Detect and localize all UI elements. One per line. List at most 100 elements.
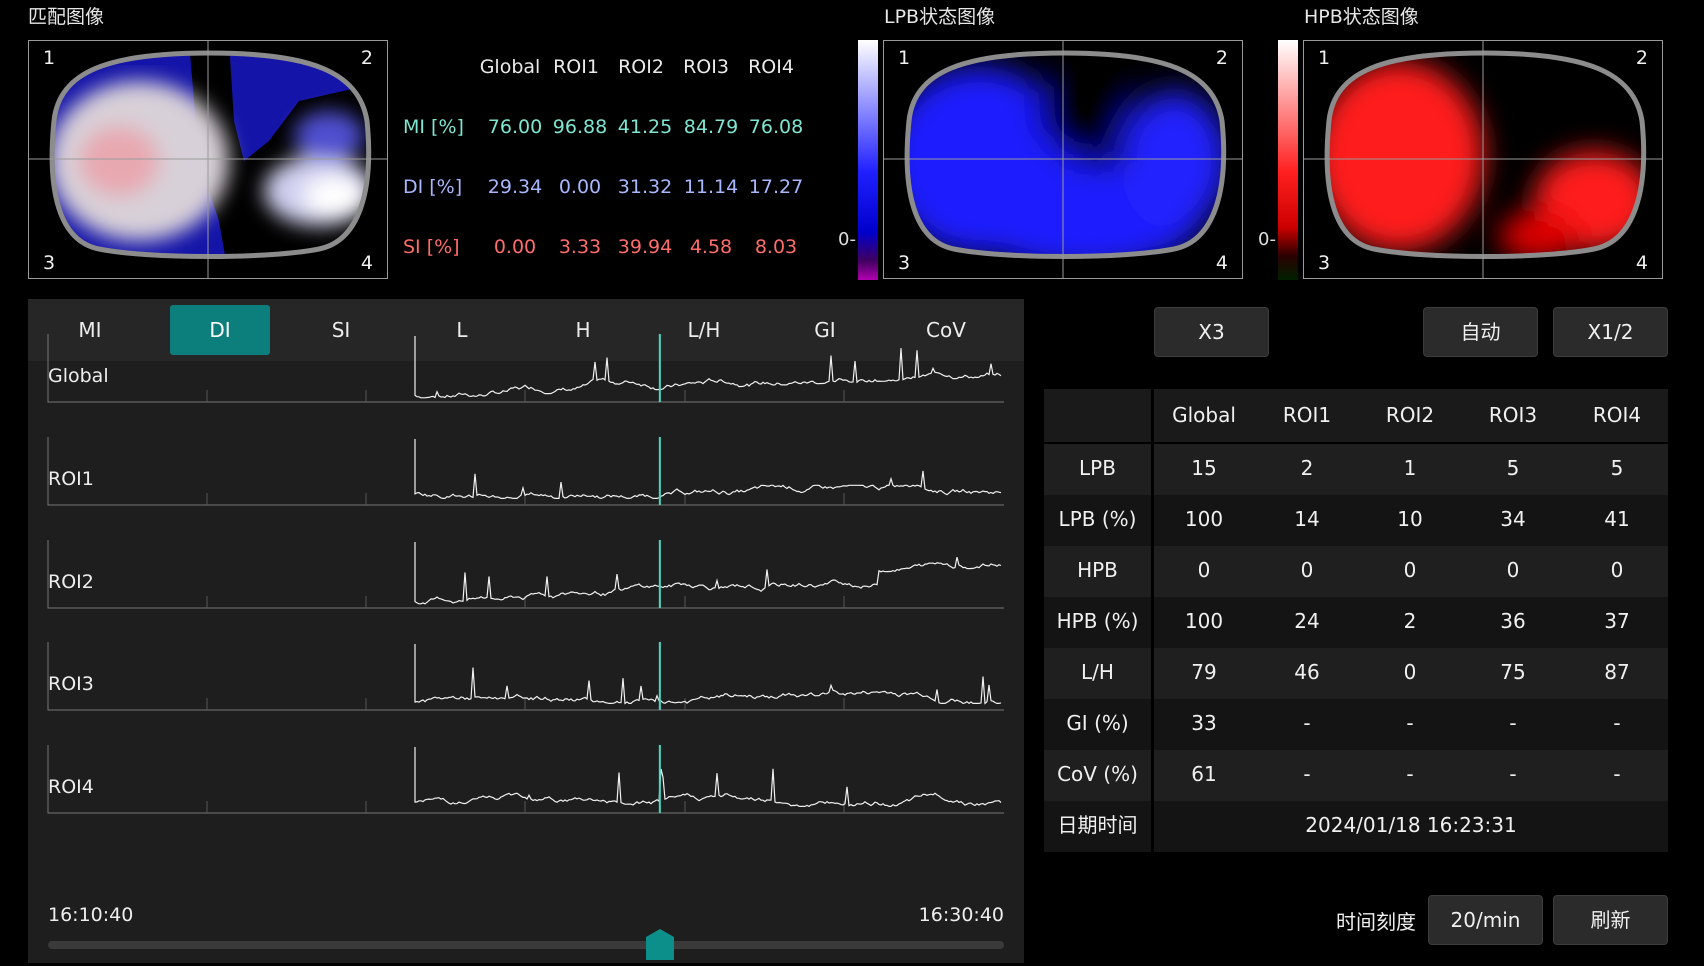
- table-cell: 2: [1300, 456, 1314, 480]
- table-row: HPB (%) 100 24 2 36 37: [1044, 597, 1668, 648]
- table-row: CoV (%) 61 - - - -: [1044, 750, 1668, 801]
- si-value: 8.03: [754, 236, 798, 258]
- trend-panel: MI DI SI L H L/H GI CoV Global ROI1 ROI2…: [28, 299, 1024, 963]
- table-cell: -: [1303, 762, 1311, 786]
- hpb-colorbar: [1278, 40, 1298, 280]
- table-cell: -: [1406, 762, 1414, 786]
- corner-label-2: 2: [1215, 47, 1228, 69]
- table-cell: -: [1406, 711, 1414, 735]
- metrics-header-roi3: ROI3: [683, 56, 729, 78]
- table-cell: 0: [1300, 558, 1314, 582]
- trend-chart-roi4: [47, 745, 1004, 814]
- table-cell: -: [1613, 711, 1621, 735]
- mi-value: 84.79: [683, 116, 739, 138]
- row-label: HPB: [1077, 558, 1118, 582]
- hpb-image-title: HPB状态图像: [1304, 6, 1419, 28]
- corner-label-1: 1: [898, 47, 911, 69]
- corner-label-4: 4: [1215, 252, 1228, 274]
- hpb-image[interactable]: 1 2 3 4: [1303, 40, 1663, 279]
- match-image[interactable]: 1 2 3 4: [28, 40, 388, 279]
- trend-chart-global: [47, 334, 1004, 403]
- table-cell: -: [1303, 711, 1311, 735]
- si-label: SI [%]: [403, 236, 460, 258]
- table-cell: 5: [1610, 456, 1624, 480]
- table-cell: 36: [1500, 609, 1526, 633]
- hpb-colorbar-zero: 0-: [1258, 229, 1276, 250]
- table-header-row: Global ROI1 ROI2 ROI3 ROI4: [1044, 389, 1668, 442]
- table-cell: 61: [1191, 762, 1217, 786]
- table-cell: 0: [1506, 558, 1520, 582]
- si-value: 3.33: [558, 236, 602, 258]
- time-scale-button[interactable]: 20/min: [1428, 895, 1543, 945]
- x3-button[interactable]: X3: [1154, 307, 1269, 357]
- table-cell: 46: [1294, 660, 1320, 684]
- time-slider-thumb[interactable]: [644, 927, 676, 963]
- table-header-cell: ROI2: [1385, 403, 1435, 427]
- corner-label-4: 4: [360, 252, 373, 274]
- corner-label-2: 2: [1635, 47, 1648, 69]
- corner-label-2: 2: [360, 47, 373, 69]
- table-row: HPB 0 0 0 0 0: [1044, 546, 1668, 597]
- auto-button[interactable]: 自动: [1423, 307, 1538, 357]
- table-cell: 34: [1500, 507, 1526, 531]
- datetime-label: 日期时间: [1057, 813, 1138, 837]
- lpb-colorbar-zero: 0-: [838, 229, 856, 250]
- lpb-colorbar: [858, 40, 878, 280]
- mi-value: 76.08: [748, 116, 804, 138]
- di-label: DI [%]: [403, 176, 463, 198]
- table-header-cell: [1044, 389, 1151, 442]
- trend-chart-roi2: [47, 540, 1004, 609]
- corner-label-3: 3: [898, 252, 911, 274]
- table-header-cell: ROI3: [1488, 403, 1538, 427]
- table-cell: 37: [1604, 609, 1630, 633]
- table-header-cell: ROI1: [1282, 403, 1332, 427]
- table-cell: 41: [1604, 507, 1630, 531]
- table-cell: -: [1613, 762, 1621, 786]
- row-label: GI (%): [1066, 711, 1129, 735]
- di-value: 31.32: [617, 176, 673, 198]
- table-cell: 10: [1397, 507, 1423, 531]
- table-cell: 1: [1403, 456, 1417, 480]
- table-cell: 87: [1604, 660, 1630, 684]
- table-cell: -: [1509, 711, 1517, 735]
- lpb-image[interactable]: 1 2 3 4: [883, 40, 1243, 279]
- table-cell: 0: [1403, 558, 1417, 582]
- table-cell: 15: [1191, 456, 1217, 480]
- metrics-header-roi1: ROI1: [553, 56, 599, 78]
- time-scale-label: 时间刻度: [1336, 910, 1416, 934]
- table-cell: 0: [1197, 558, 1211, 582]
- lpb-image-title: LPB状态图像: [884, 6, 996, 28]
- mi-value: 76.00: [487, 116, 543, 138]
- corner-label-3: 3: [1318, 252, 1331, 274]
- table-divider: [1151, 389, 1154, 852]
- table-row: L/H 79 46 0 75 87: [1044, 648, 1668, 699]
- row-label: LPB (%): [1058, 507, 1137, 531]
- si-value: 0.00: [493, 236, 537, 258]
- table-cell: 14: [1294, 507, 1320, 531]
- x-half-button[interactable]: X1/2: [1553, 307, 1668, 357]
- match-image-title: 匹配图像: [28, 6, 105, 28]
- table-row: GI (%) 33 - - - -: [1044, 699, 1668, 750]
- table-cell: 75: [1500, 660, 1526, 684]
- trend-chart-roi3: [47, 642, 1004, 711]
- corner-label-1: 1: [1318, 47, 1331, 69]
- table-header-cell: Global: [1172, 403, 1236, 427]
- refresh-button[interactable]: 刷新: [1553, 895, 1668, 945]
- trend-chart-roi1: [47, 437, 1004, 506]
- si-value: 39.94: [617, 236, 673, 258]
- time-slider-track[interactable]: [48, 941, 1004, 949]
- trend-charts[interactable]: [28, 299, 1024, 899]
- di-value: 29.34: [487, 176, 543, 198]
- row-label: CoV (%): [1057, 762, 1138, 786]
- table-row-datetime: 日期时间 2024/01/18 16:23:31: [1044, 801, 1668, 852]
- corner-label-4: 4: [1635, 252, 1648, 274]
- table-cell: 0: [1403, 660, 1417, 684]
- metrics-header-roi4: ROI4: [748, 56, 794, 78]
- table-row: LPB (%) 100 14 10 34 41: [1044, 495, 1668, 546]
- corner-label-3: 3: [43, 252, 56, 274]
- datetime-value: 2024/01/18 16:23:31: [1305, 813, 1517, 837]
- table-cell: 100: [1184, 609, 1224, 633]
- table-cell: 100: [1184, 507, 1224, 531]
- table-header-cell: ROI4: [1592, 403, 1642, 427]
- row-label: LPB: [1079, 456, 1116, 480]
